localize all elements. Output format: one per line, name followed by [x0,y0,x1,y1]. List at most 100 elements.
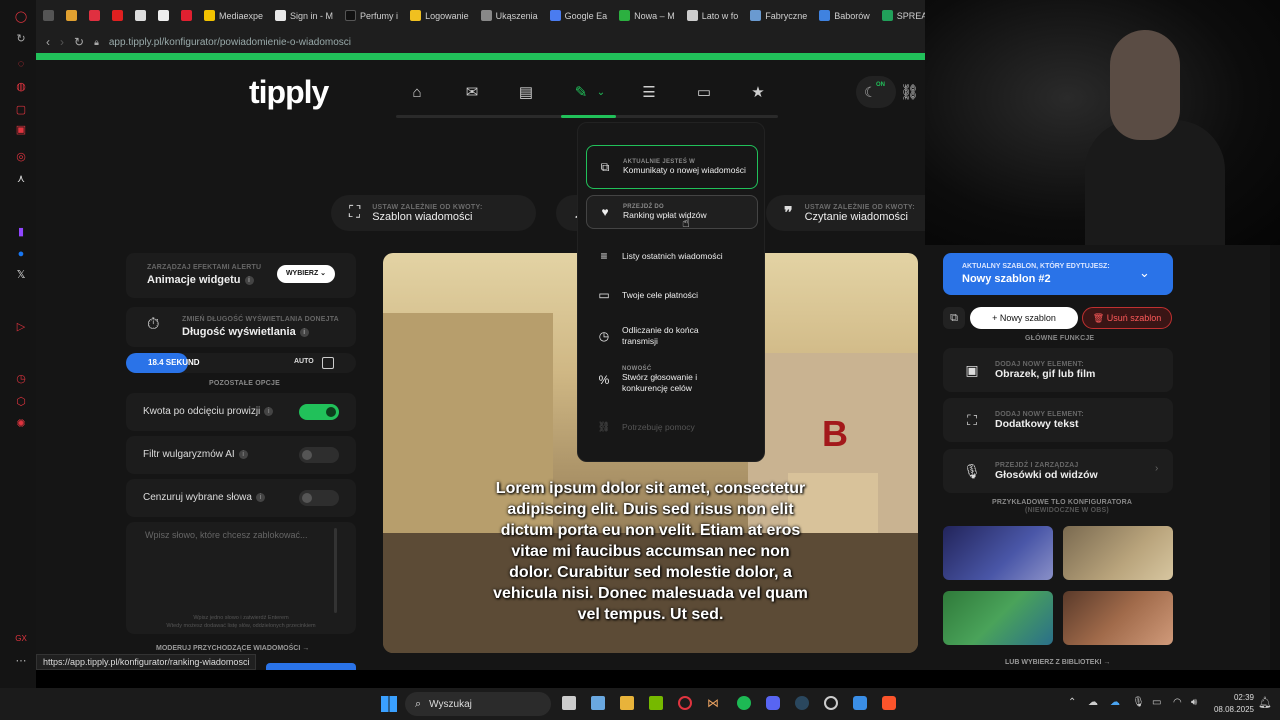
mail-icon[interactable]: ✉ [463,84,481,102]
library-link[interactable]: LUB WYBIERZ Z BIBLIOTEKI → [1005,659,1110,666]
messenger-blue-icon[interactable]: ● [14,247,28,261]
box-icon[interactable]: ▤ [517,84,535,102]
more-rail-icon[interactable]: ⋯ [14,654,28,668]
commission-toggle[interactable] [299,404,339,420]
background-thumb-4[interactable] [1063,591,1173,645]
theme-toggle[interactable]: ☾ ON [856,76,896,108]
reload-icon[interactable]: ↻ [74,35,84,49]
bookmark-3[interactable]: Logowanie [407,10,472,21]
nvidia-icon[interactable] [649,696,663,710]
bookmark-0[interactable]: Mediaexpe [201,10,266,21]
settings-icon[interactable]: ✺ [14,417,28,431]
player-icon[interactable]: ▣ [14,123,28,137]
ai-filter-toggle[interactable] [299,447,339,463]
dropdown-goals[interactable]: ▭ Twoje cele płatności [586,284,758,306]
bookmark-10[interactable]: SPREA [879,10,925,21]
dropdown-recent-messages[interactable]: ≡ Listy ostatnich wiadomości [586,245,758,267]
opera-gx-icon[interactable] [678,696,692,710]
bookmark-red-icon[interactable] [86,10,103,21]
youtube-icon[interactable] [109,10,126,21]
volume-icon[interactable]: 🔊︎ [1191,697,1197,708]
info-icon[interactable]: i [264,406,274,416]
bookmark-warning-icon[interactable] [63,10,80,21]
instagram-icon[interactable]: ▢ [14,103,28,117]
window-icon[interactable]: ▭ [695,84,713,102]
dropdown-help[interactable]: ⛓ Potrzebuję pomocy [586,417,758,437]
forward-icon[interactable]: › [60,35,64,49]
url-field[interactable]: app.tipply.pl/konfigurator/powiadomienie… [109,37,351,48]
auto-checkbox[interactable] [322,357,334,369]
add-image-card[interactable]: ▣ DODAJ NOWY ELEMENT: Obrazek, gif lub fi… [943,348,1173,392]
extensions-icon[interactable]: ⬡ [14,395,28,409]
tipply-logo[interactable]: tipply [249,74,329,111]
link-icon[interactable]: ⛓ [900,84,919,102]
x-icon[interactable]: 𝕏 [14,268,28,282]
bookmark-4[interactable]: Ukąszenia [478,10,541,21]
bookmark-8[interactable]: Fabryczne [747,10,810,21]
translate-icon[interactable]: ⋏ [14,172,28,186]
dropdown-countdown[interactable]: ◷ Odliczanie do końca transmisji [586,322,758,350]
home-icon[interactable]: ⌂ [408,84,426,102]
calendar-icon[interactable]: ◎ [14,150,28,164]
spotify-icon[interactable] [737,696,751,710]
bookmark-6[interactable]: Nowa – M [616,10,678,21]
settings-gear-icon[interactable] [824,696,838,710]
background-thumb-1[interactable] [943,526,1053,580]
back-icon[interactable]: ‹ [46,35,50,49]
current-template-select[interactable]: AKTUALNY SZABLON, KTÓRY EDYTUJESZ: Nowy … [943,253,1173,295]
photos-icon[interactable] [591,696,605,710]
background-thumb-3[interactable] [943,591,1053,645]
duration-slider[interactable]: 18.4 SEKUND AUTO [126,353,356,373]
reading-pill[interactable]: ❞ USTAW ZALEŻNIE OD KWOTY: Czytanie wiad… [766,195,925,231]
history-icon[interactable]: ◷ [14,372,28,386]
bookmark-9[interactable]: Baborów [816,10,873,21]
microphone-tray-icon[interactable]: 🎙︎ [1132,697,1145,708]
new-template-button[interactable]: + Nowy szablon [970,307,1078,329]
copy-template-icon[interactable]: ⧉ [943,307,965,329]
opera-logo-icon[interactable]: ◯ [14,10,28,24]
twitch-icon[interactable]: ▮ [14,225,28,239]
aria-icon[interactable]: ◌ [14,57,28,71]
notifications-icon[interactable]: 🔔︎ [1258,696,1272,709]
wifi-icon[interactable]: ◠ [1173,697,1182,708]
info-icon[interactable]: i [299,327,309,337]
add-text-card[interactable]: ⛶ DODAJ NOWY ELEMENT: Dodatkowy tekst [943,398,1173,442]
tipply-tab-icon[interactable] [178,10,195,21]
discord-icon[interactable] [766,696,780,710]
save-button[interactable] [266,663,356,670]
onedrive-icon[interactable]: ☁ [1088,697,1098,708]
background-thumb-2[interactable] [1063,526,1173,580]
delete-template-button[interactable]: 🗑︎ Usuń szablon [1082,307,1172,329]
star-icon[interactable]: ★ [749,84,767,102]
page-scrollbar[interactable] [1270,245,1280,670]
file-explorer-icon[interactable] [620,696,634,710]
clock-date[interactable]: 08.08.2025 [1204,705,1254,714]
play-icon[interactable]: ▷ [14,320,28,334]
onedrive-blue-icon[interactable]: ☁ [1110,697,1120,708]
tray-chevron-up-icon[interactable]: ⌃ [1068,697,1076,708]
app-blue-icon[interactable] [853,696,867,710]
windows-start-icon[interactable] [381,696,397,712]
steam-icon[interactable] [795,696,809,710]
moderate-link[interactable]: MODERUJ PRZYCHODZĄCE WIADOMOŚCI → [156,645,309,652]
bookmark-2[interactable]: Perfumy i [342,10,401,21]
edit-icon[interactable]: ✎ [572,84,590,102]
bookmark-doc-icon[interactable] [132,10,149,21]
taskbar-search[interactable]: ⌕ Wyszukaj [405,692,551,716]
task-view-icon[interactable] [562,696,576,710]
bookmark-tab-icon[interactable] [40,10,57,21]
choose-effects-button[interactable]: WYBIERZ ⌄ [277,265,335,283]
dropdown-current[interactable]: ⧉ AKTUALNIE JESTEŚ W Komunikaty o nowej w… [586,145,758,189]
template-pill[interactable]: ⛶ USTAW ZALEŻNIE OD KWOTY: Szablon wiado… [331,195,536,231]
reload-rail-icon[interactable]: ↻ [14,32,28,46]
dropdown-ranking[interactable]: ♥ PRZEJDŹ DO Ranking wpłat widzów [586,195,758,229]
censor-words-input[interactable]: Wpisz słowo, które chcesz zablokować... [145,530,308,540]
brave-icon[interactable] [882,696,896,710]
bookmark-7[interactable]: Lato w fo [684,10,742,21]
scrollbar[interactable] [334,528,337,613]
network-icon[interactable]: ▭ [1152,697,1161,708]
bookmark-5[interactable]: Google Ea [547,10,611,21]
info-icon[interactable]: i [244,275,254,285]
dropdown-voting[interactable]: % NOWOŚĆ Stwórz głosowanie i konkurencję … [586,363,758,397]
censor-toggle[interactable] [299,490,339,506]
